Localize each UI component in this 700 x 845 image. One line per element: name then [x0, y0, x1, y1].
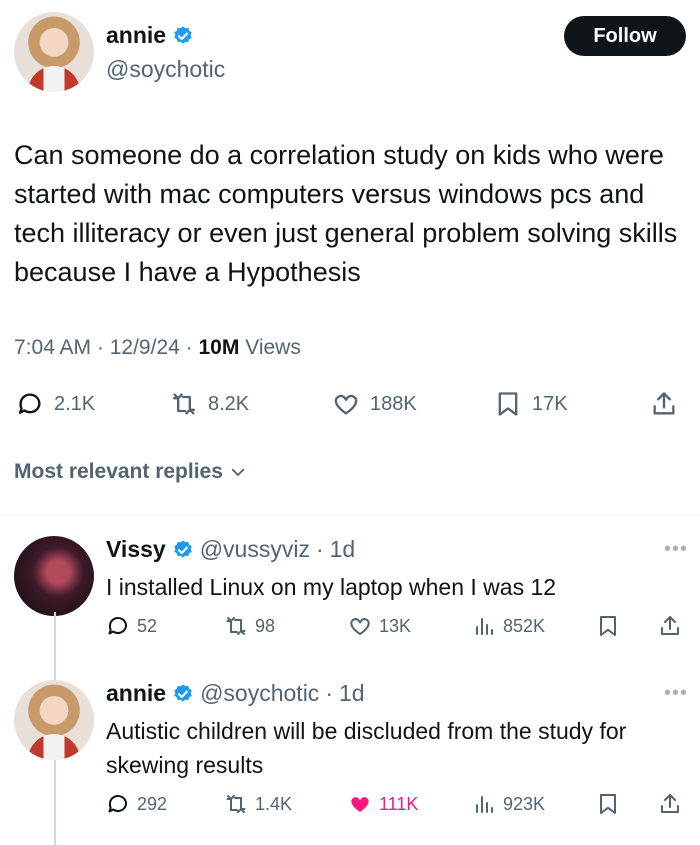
speech-bubble-icon: [108, 617, 127, 635]
avatar[interactable]: [14, 680, 94, 760]
views-button[interactable]: 852K: [472, 614, 545, 638]
meta-separator: ·: [179, 336, 199, 359]
share-upload-icon: [661, 794, 679, 813]
share-button[interactable]: [650, 390, 678, 418]
repost-arrows-icon: [172, 393, 196, 415]
reply-header: Vissy @vussyviz · 1d: [106, 536, 355, 563]
author-handle[interactable]: @soychotic: [106, 56, 225, 83]
author-name-line: annie: [106, 22, 194, 49]
share-upload-icon: [653, 392, 675, 415]
verified-badge-icon: [174, 25, 192, 44]
thread-connector: [54, 612, 56, 682]
views-count: 923K: [503, 793, 546, 814]
reply-button[interactable]: 292: [106, 792, 167, 816]
ellipsis-icon[interactable]: •••: [664, 682, 688, 705]
bookmark-button[interactable]: [596, 614, 620, 638]
meta-separator: ·: [315, 536, 324, 562]
chevron-down-icon: [231, 468, 245, 476]
speech-bubble-icon: [18, 393, 41, 414]
reply-button[interactable]: 52: [106, 614, 157, 638]
avatar[interactable]: [14, 536, 94, 616]
reply-text: Autistic children will be discluded from…: [106, 718, 627, 778]
meta-separator: ·: [325, 680, 333, 706]
bookmark-count: 17K: [532, 392, 568, 415]
reply-item[interactable]: annie @soychotic · 1d ••• Autistic child…: [14, 680, 694, 840]
views-count: 10M: [198, 336, 240, 359]
reply-age[interactable]: 1d: [339, 680, 365, 707]
tweet-time[interactable]: 7:04 AM: [14, 336, 91, 360]
reply-header: annie @soychotic · 1d: [106, 680, 365, 707]
bookmark-button[interactable]: 17K: [494, 390, 568, 418]
thread-connector: [54, 760, 56, 845]
repost-button[interactable]: 98: [224, 614, 275, 638]
share-button[interactable]: [658, 792, 682, 816]
reply-author-handle[interactable]: @vussyviz: [200, 536, 310, 563]
verified-badge-icon: [174, 683, 192, 702]
reply-age[interactable]: 1d: [330, 536, 356, 563]
heart-icon: [351, 797, 369, 812]
reply-count: 2.1K: [54, 392, 96, 415]
like-button[interactable]: 188K: [332, 390, 417, 418]
reply-count: 292: [137, 793, 168, 814]
tweet-actions: 2.1K 8.2K 188K 17K: [14, 390, 686, 426]
reply-item[interactable]: Vissy @vussyviz · 1d ••• I installed Lin…: [14, 536, 694, 666]
speech-bubble-icon: [108, 795, 127, 813]
ellipsis-icon[interactable]: •••: [664, 538, 688, 561]
like-count: 111K: [379, 793, 419, 814]
repost-count: 1.4K: [255, 793, 293, 814]
author-name[interactable]: annie: [106, 22, 166, 49]
heart-icon: [350, 618, 370, 635]
repost-count: 98: [255, 615, 276, 636]
like-count: 188K: [370, 392, 417, 415]
verified-badge-icon: [173, 539, 192, 558]
bookmark-icon: [498, 392, 518, 416]
bar-chart-icon: [476, 618, 493, 635]
share-upload-icon: [661, 616, 679, 635]
reply-button[interactable]: 2.1K: [16, 390, 95, 418]
tweet-meta: 7:04 AM · 12/9/24 · 10M Views: [14, 336, 301, 360]
bar-chart-icon: [476, 796, 493, 813]
reply-count: 52: [137, 615, 158, 636]
repost-button[interactable]: 1.4K: [224, 792, 292, 816]
repost-arrows-icon: [226, 617, 246, 635]
repost-count: 8.2K: [208, 392, 250, 415]
bookmark-icon: [600, 616, 616, 636]
like-count: 13K: [379, 615, 412, 636]
tweet-header: annie @soychotic Follow: [14, 12, 686, 92]
repost-arrows-icon: [226, 795, 246, 813]
reply-actions: 292 1.4K 111K 923K: [106, 792, 686, 822]
bookmark-icon: [600, 794, 616, 814]
heart-icon: [334, 394, 358, 415]
tweet-date[interactable]: 12/9/24: [110, 336, 180, 360]
replies-sort-dropdown[interactable]: Most relevant replies: [14, 460, 247, 484]
replies-sort-label: Most relevant replies: [14, 460, 223, 483]
reply-actions: 52 98 13K 852K: [106, 614, 686, 644]
share-button[interactable]: [658, 614, 682, 638]
views-button[interactable]: 923K: [472, 792, 545, 816]
reply-author-name[interactable]: Vissy: [106, 536, 166, 563]
like-button[interactable]: 13K: [348, 614, 411, 638]
views-label: Views: [245, 336, 301, 359]
follow-button[interactable]: Follow: [564, 16, 686, 56]
reply-author-name[interactable]: annie: [106, 680, 166, 707]
tweet-text: Can someone do a correlation study on ki…: [14, 140, 678, 287]
like-button[interactable]: 111K: [348, 792, 418, 816]
views-count: 852K: [503, 615, 546, 636]
meta-separator: ·: [91, 336, 110, 359]
divider: [0, 515, 700, 516]
repost-button[interactable]: 8.2K: [170, 390, 249, 418]
reply-author-handle[interactable]: @soychotic: [200, 680, 319, 707]
bookmark-button[interactable]: [596, 792, 620, 816]
avatar[interactable]: [14, 12, 94, 92]
reply-text: I installed Linux on my laptop when I wa…: [106, 574, 557, 600]
